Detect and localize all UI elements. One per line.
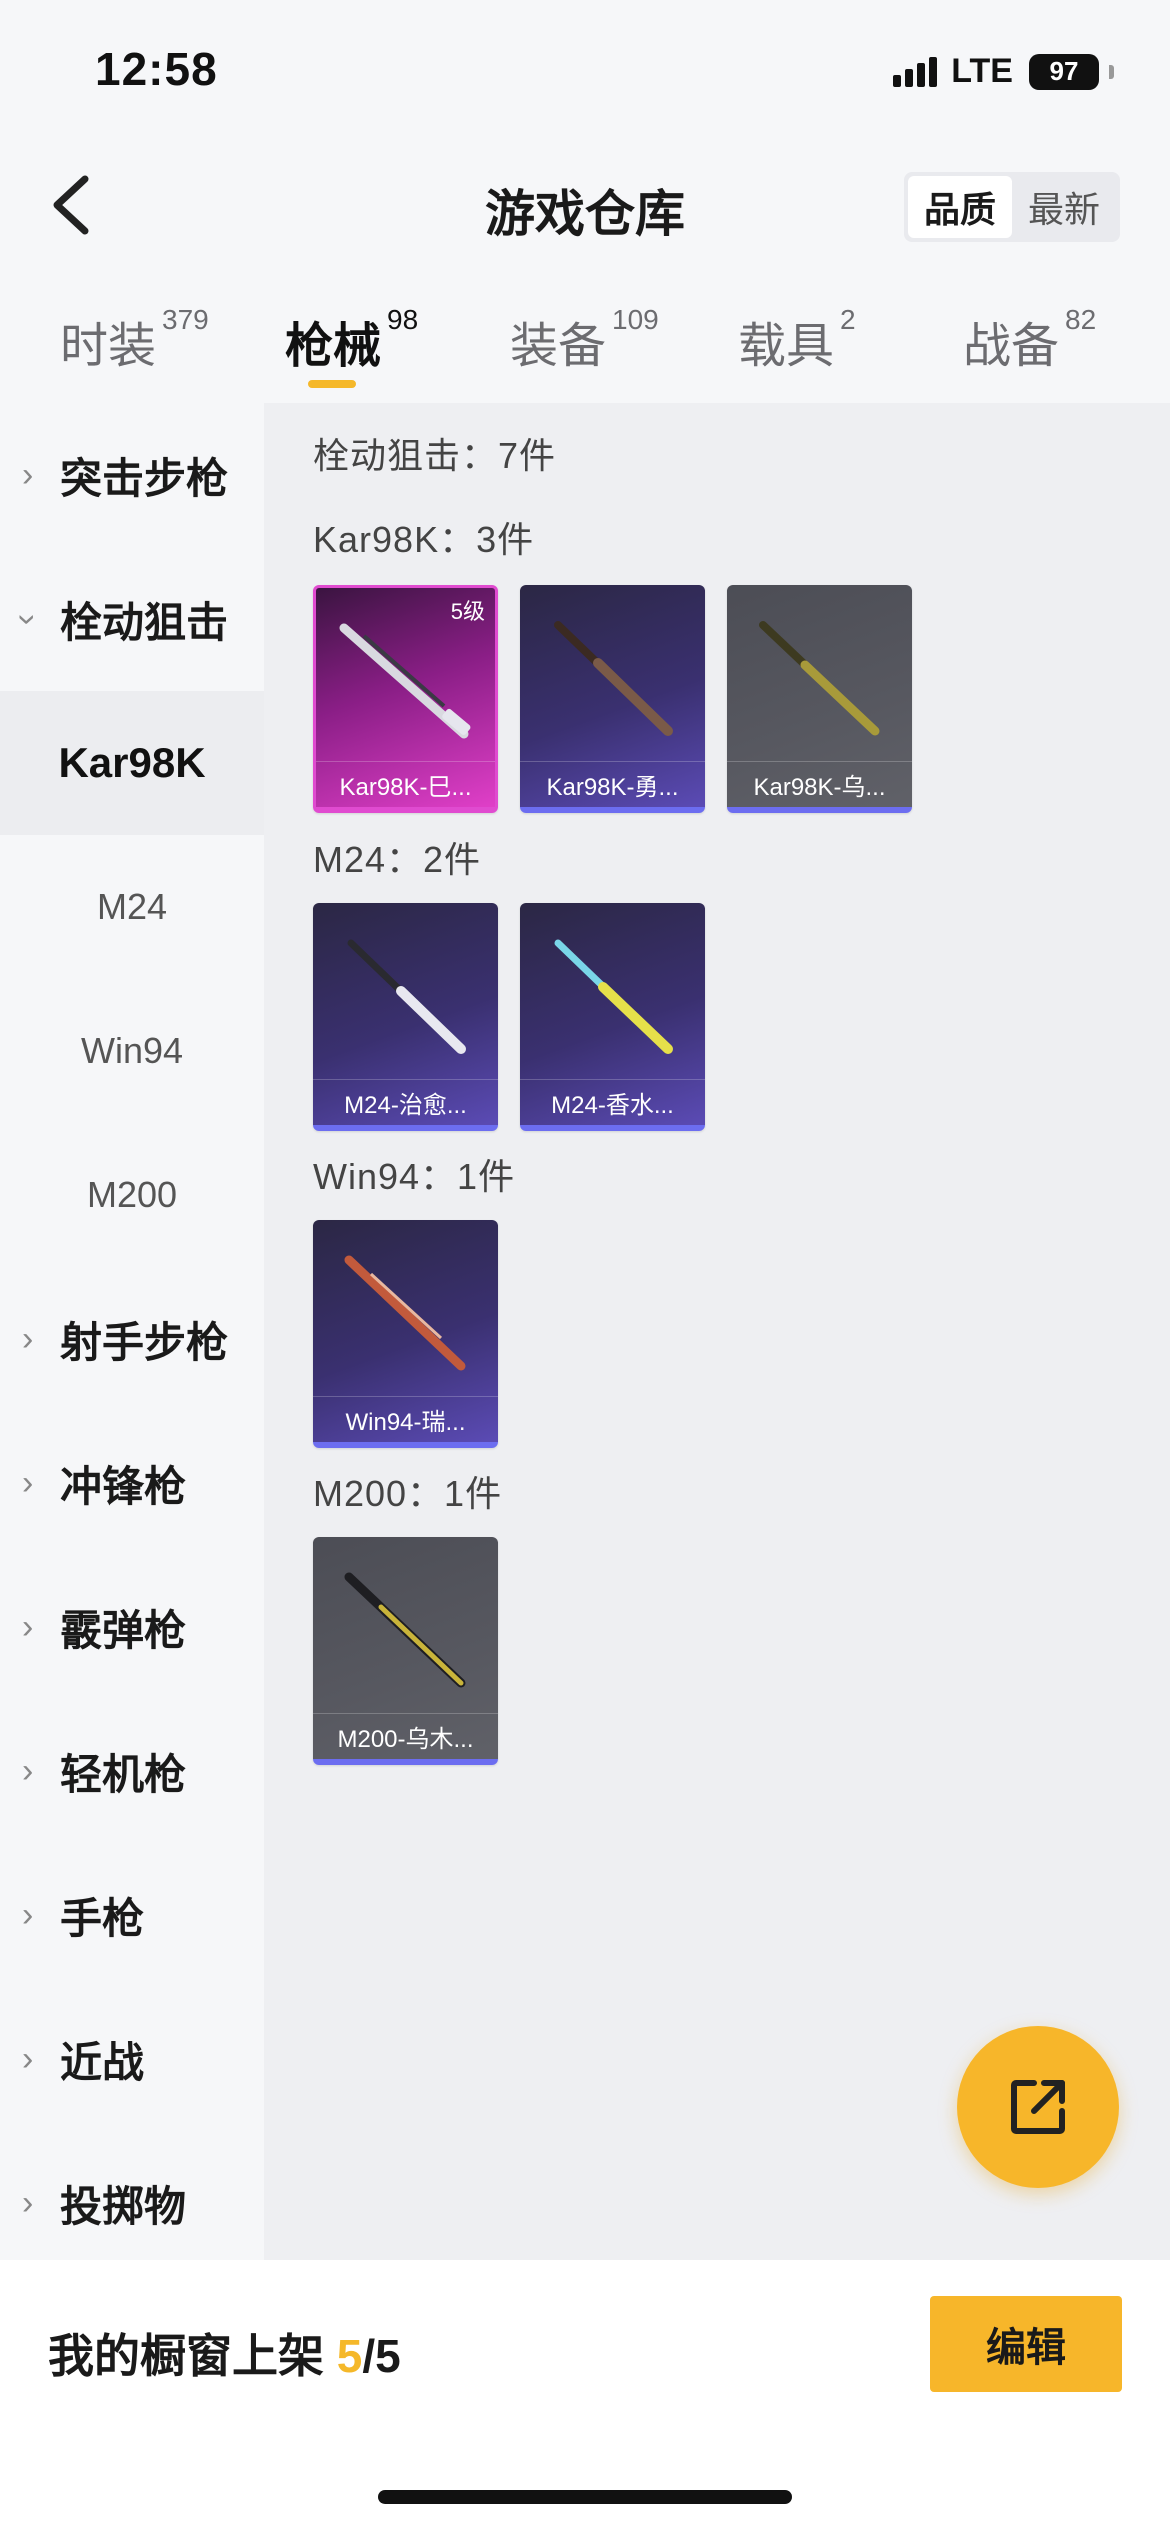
sort-latest-button[interactable]: 最新 <box>1012 176 1116 238</box>
rifle-icon <box>554 939 673 1054</box>
sidebar-item-label: 轻机枪 <box>60 1750 187 1798</box>
chevron-right-icon: › <box>22 2183 34 2222</box>
battery-icon: 97 <box>1029 53 1099 90</box>
sidebar-item-pistol[interactable]: › 手枪 <box>0 1843 264 1987</box>
tab-label: 载具 <box>738 320 835 373</box>
card-name: Win94-瑞... <box>313 1396 498 1442</box>
card-name: Kar98K-巳... <box>316 761 495 807</box>
sidebar-subitem-win94[interactable]: Win94 <box>0 979 264 1123</box>
showcase-status: 我的橱窗上架 5/5 <box>48 2320 401 2386</box>
tab-label: 战备 <box>963 320 1060 373</box>
share-button[interactable] <box>957 2026 1119 2188</box>
sort-quality-button[interactable]: 品质 <box>908 176 1012 238</box>
sidebar-item-label: 投掷物 <box>60 2182 187 2230</box>
tab-firearms[interactable]: 枪械 98 <box>285 304 419 376</box>
rifle-icon <box>344 1255 466 1371</box>
skin-card[interactable]: Kar98K-勇... <box>520 585 705 813</box>
sidebar-item-shotgun[interactable]: › 霰弹枪 <box>0 1555 264 1699</box>
rifle-icon <box>554 621 673 736</box>
card-name: M200-乌木... <box>313 1713 498 1759</box>
sort-toggle: 品质 最新 <box>904 172 1120 242</box>
active-tab-indicator <box>308 380 356 388</box>
chevron-down-icon: › <box>9 613 48 625</box>
sidebar-item-label: 突击步枪 <box>60 454 229 502</box>
status-indicators: LTE 97 <box>893 52 1114 91</box>
card-name: M24-治愈... <box>313 1079 498 1125</box>
signal-icon <box>893 56 938 87</box>
sidebar-item-label: 近战 <box>60 2038 145 2086</box>
category-heading: 栓动狙击：7件 <box>313 435 557 476</box>
tab-supplies[interactable]: 战备 82 <box>963 304 1097 376</box>
showcase-current-count: 5 <box>336 2330 363 2382</box>
group-heading-kar98k: Kar98K：3件 <box>313 519 535 560</box>
card-name: Kar98K-勇... <box>520 761 705 807</box>
sidebar-item-label: 手枪 <box>60 1894 145 1942</box>
inventory-content: 栓动狙击：7件 Kar98K：3件 5级 Kar98K-巳... Kar98K-… <box>264 403 1170 2260</box>
network-type: LTE <box>951 52 1013 90</box>
chevron-right-icon: › <box>22 1607 34 1646</box>
status-time: 12:58 <box>95 43 218 95</box>
chevron-right-icon: › <box>22 1463 34 1502</box>
sidebar-item-label: 霰弹枪 <box>60 1606 187 1654</box>
card-name: M24-香水... <box>520 1079 705 1125</box>
skin-card[interactable]: M24-香水... <box>520 903 705 1131</box>
chevron-right-icon: › <box>22 1751 34 1790</box>
sidebar-subitem-kar98k[interactable]: Kar98K <box>0 691 264 835</box>
rifle-icon <box>339 623 471 739</box>
skin-card[interactable]: M24-治愈... <box>313 903 498 1131</box>
category-tabs: 时装 379 枪械 98 装备 109 载具 2 战备 82 <box>0 290 1170 400</box>
tab-label: 装备 <box>510 320 607 373</box>
chevron-right-icon: › <box>22 1319 34 1358</box>
tab-count: 2 <box>840 304 856 335</box>
tab-count: 379 <box>162 304 209 335</box>
home-indicator[interactable] <box>378 2490 792 2504</box>
sidebar-item-marksman-rifle[interactable]: › 射手步枪 <box>0 1267 264 1411</box>
sidebar-item-label: 冲锋枪 <box>60 1462 187 1510</box>
sidebar-item-lmg[interactable]: › 轻机枪 <box>0 1699 264 1843</box>
skin-card[interactable]: M200-乌木... <box>313 1537 498 1765</box>
nav-header: 游戏仓库 品质 最新 <box>0 150 1170 265</box>
weapon-category-sidebar: › 突击步枪 › 栓动狙击 Kar98K M24 Win94 M200 › 射手… <box>0 403 264 2260</box>
group-heading-win94: Win94：1件 <box>313 1156 516 1197</box>
tab-vehicles[interactable]: 载具 2 <box>738 304 856 376</box>
showcase-total-count: /5 <box>362 2330 401 2382</box>
sidebar-subitem-m24[interactable]: M24 <box>0 835 264 979</box>
share-icon <box>1011 2080 1065 2134</box>
tab-fashion[interactable]: 时装 379 <box>60 304 209 376</box>
skin-card[interactable]: Win94-瑞... <box>313 1220 498 1448</box>
tab-count: 109 <box>612 304 659 335</box>
sidebar-item-label: 栓动狙击 <box>60 598 229 646</box>
status-bar: 12:58 LTE 97 <box>0 0 1170 150</box>
group-heading-m200: M200：1件 <box>313 1473 503 1514</box>
chevron-right-icon: › <box>22 455 34 494</box>
sidebar-item-melee[interactable]: › 近战 <box>0 1987 264 2131</box>
edit-button[interactable]: 编辑 <box>930 2296 1122 2392</box>
skin-card[interactable]: 5级 Kar98K-巳... <box>313 585 498 813</box>
skin-card[interactable]: Kar98K-乌... <box>727 585 912 813</box>
battery-level: 97 <box>1049 56 1079 86</box>
sidebar-item-assault-rifle[interactable]: › 突击步枪 <box>0 403 264 547</box>
chevron-right-icon: › <box>22 1895 34 1934</box>
rifle-icon <box>344 1572 466 1688</box>
chevron-right-icon: › <box>22 2039 34 2078</box>
rifle-icon <box>759 621 880 736</box>
showcase-label: 我的橱窗上架 <box>48 2330 337 2382</box>
tab-count: 98 <box>387 304 419 335</box>
rifle-icon <box>347 939 466 1054</box>
sidebar-item-label: 射手步枪 <box>60 1318 229 1366</box>
tab-count: 82 <box>1065 304 1097 335</box>
sidebar-item-bolt-sniper[interactable]: › 栓动狙击 <box>0 547 264 691</box>
sidebar-item-smg[interactable]: › 冲锋枪 <box>0 1411 264 1555</box>
group-heading-m24: M24：2件 <box>313 839 482 880</box>
card-name: Kar98K-乌... <box>727 761 912 807</box>
sidebar-subitem-m200[interactable]: M200 <box>0 1123 264 1267</box>
tab-label: 时装 <box>60 320 157 373</box>
tab-label: 枪械 <box>285 320 382 373</box>
battery-tip <box>1109 64 1114 79</box>
tab-equipment[interactable]: 装备 109 <box>510 304 659 376</box>
sidebar-item-throwable[interactable]: › 投掷物 <box>0 2131 264 2275</box>
